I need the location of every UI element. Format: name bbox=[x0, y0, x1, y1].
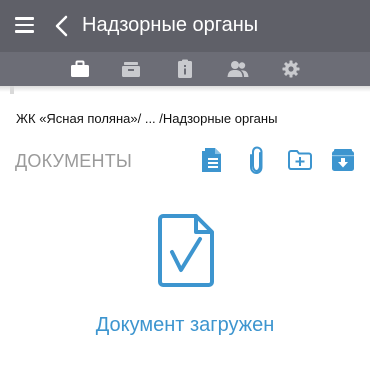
hamburger-menu-icon[interactable] bbox=[15, 17, 34, 33]
document-list-button[interactable] bbox=[198, 146, 226, 174]
tab-people[interactable] bbox=[226, 58, 250, 80]
download-box-button[interactable] bbox=[329, 146, 357, 174]
breadcrumb[interactable]: ЖК «Ясная поляна»/ ... /Надзорные органы bbox=[16, 111, 277, 126]
tab-briefcase[interactable] bbox=[68, 58, 92, 80]
add-folder-button[interactable] bbox=[286, 146, 314, 174]
document-check-icon bbox=[157, 214, 215, 288]
section-title: ДОКУМЕНТЫ bbox=[15, 151, 133, 171]
briefcase-icon bbox=[71, 60, 89, 77]
tab-settings[interactable] bbox=[279, 58, 303, 80]
document-list-icon bbox=[202, 148, 221, 172]
page-title: Надзорные органы bbox=[82, 14, 259, 36]
tabbar-shadow-edge bbox=[10, 86, 14, 94]
chevron-left-icon[interactable] bbox=[53, 15, 69, 37]
tab-inbox[interactable] bbox=[119, 58, 143, 80]
download-box-icon bbox=[332, 149, 354, 171]
app-bar: Надзорные органы bbox=[0, 0, 370, 52]
inbox-tray-icon bbox=[122, 62, 140, 77]
attach-button[interactable] bbox=[243, 146, 271, 174]
tab-info[interactable] bbox=[173, 58, 197, 80]
info-clipboard-icon bbox=[178, 59, 192, 78]
gear-icon bbox=[282, 60, 300, 78]
people-icon bbox=[227, 61, 249, 77]
add-folder-icon bbox=[288, 150, 312, 170]
tabbar-shadow bbox=[0, 86, 370, 92]
upload-status-text: Документ загружен bbox=[95, 314, 275, 336]
paperclip-icon bbox=[250, 146, 263, 174]
tab-bar bbox=[0, 52, 370, 86]
